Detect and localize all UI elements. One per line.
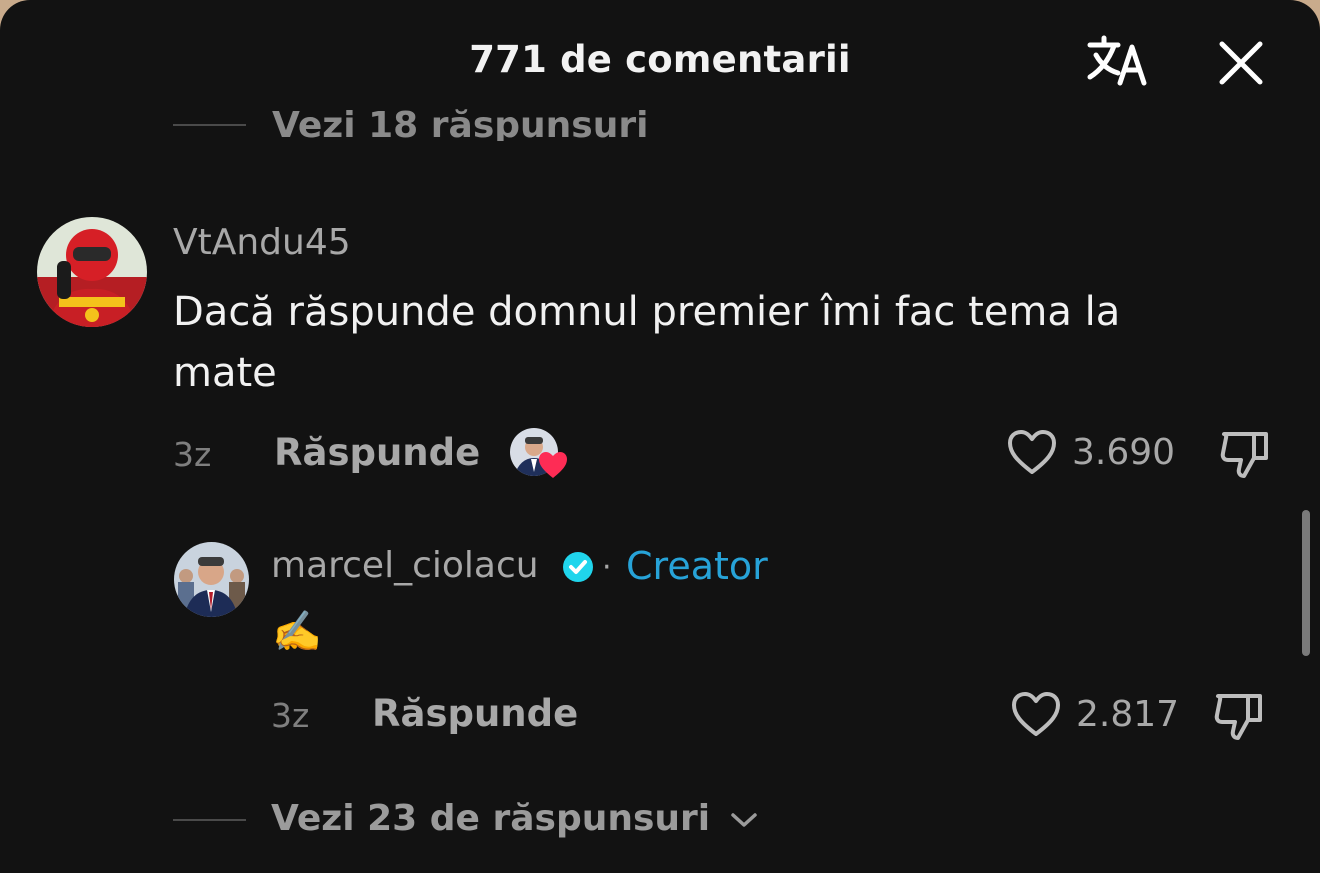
- avatar-image: [37, 217, 147, 327]
- comments-sheet: 771 de comentarii Vezi 18 răspunsuri VtA…: [0, 0, 1320, 873]
- view-more-replies-label: Vezi 23 de răspunsuri: [271, 798, 711, 839]
- translate-button[interactable]: [1084, 33, 1152, 91]
- close-icon: [1219, 41, 1263, 85]
- view-replies-link-faded[interactable]: Vezi 18 răspunsuri: [272, 105, 648, 141]
- reply-like-count: 2.817: [1076, 694, 1180, 735]
- reply-like-heart-icon[interactable]: [1010, 690, 1062, 738]
- reply-avatar-image: [174, 542, 249, 617]
- reply-dislike-icon[interactable]: [1212, 688, 1268, 744]
- user-avatar[interactable]: [37, 217, 147, 327]
- reply-avatar[interactable]: [174, 542, 249, 617]
- close-button[interactable]: [1214, 36, 1268, 90]
- like-count: 3.690: [1072, 432, 1176, 473]
- verified-badge-icon: [563, 552, 593, 582]
- dislike-icon[interactable]: [1218, 426, 1274, 482]
- reply-button[interactable]: Răspunde: [274, 431, 480, 474]
- creator-liked-heart-icon: [539, 452, 567, 478]
- like-heart-icon[interactable]: [1006, 428, 1058, 476]
- comment-username[interactable]: VtAndu45: [173, 222, 351, 263]
- translate-icon: [1087, 35, 1147, 86]
- reply-username[interactable]: marcel_ciolacu: [271, 545, 539, 586]
- reply-reply-button[interactable]: Răspunde: [372, 692, 578, 735]
- comment-age: 3z: [173, 435, 212, 474]
- divider-line: [173, 819, 246, 821]
- separator-dot: ·: [602, 550, 612, 585]
- scrollbar[interactable]: [1302, 510, 1310, 656]
- creator-badge: Creator: [626, 544, 768, 588]
- comment-text: Dacă răspunde domnul premier îmi fac tem…: [173, 289, 1121, 396]
- view-more-replies-link[interactable]: Vezi 23 de răspunsuri: [271, 798, 759, 839]
- divider-line: [173, 124, 246, 126]
- reply-text-emoji: ✍️: [272, 609, 322, 655]
- chevron-down-icon: [730, 813, 757, 827]
- reply-age: 3z: [271, 696, 310, 735]
